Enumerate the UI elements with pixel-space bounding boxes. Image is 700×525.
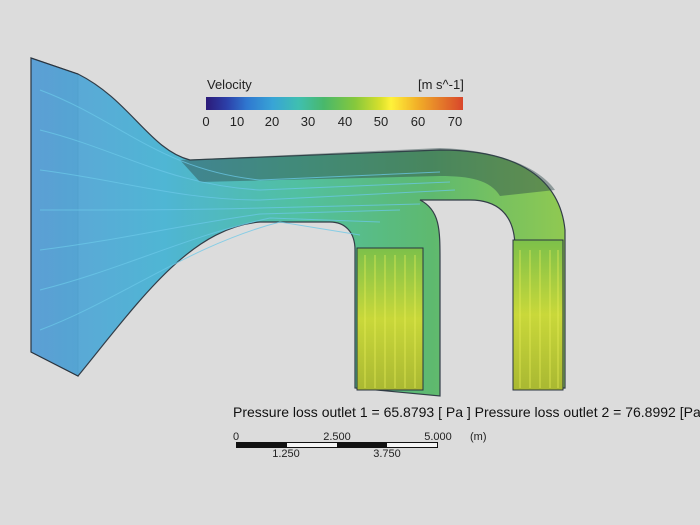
legend-unit: [m s^-1]	[418, 77, 464, 92]
outlet-1-leg	[356, 247, 424, 391]
scale-unit: (m)	[470, 431, 487, 443]
legend-tick: 0	[202, 114, 210, 129]
legend-tick: 20	[264, 114, 280, 129]
scale-segment	[237, 443, 287, 447]
scale-segment	[287, 443, 337, 447]
legend-tick: 50	[373, 114, 389, 129]
scale-segment	[337, 443, 387, 447]
scale-segment	[387, 443, 437, 447]
legend-tick: 60	[410, 114, 426, 129]
legend-tick: 10	[229, 114, 245, 129]
scale-label: 3.750	[373, 448, 401, 460]
legend-tick: 30	[300, 114, 316, 129]
legend-tick: 70	[447, 114, 463, 129]
legend-tick: 40	[337, 114, 353, 129]
scale-label: 1.250	[272, 448, 300, 460]
cfd-viewport[interactable]: Velocity [m s^-1] 0 10 20 30 40 50 60 70…	[0, 0, 700, 525]
scale-bar	[236, 442, 438, 448]
legend-title: Velocity	[207, 77, 252, 92]
velocity-colorbar	[206, 97, 463, 110]
pressure-loss-annotation: Pressure loss outlet 1 = 65.8793 [ Pa ] …	[233, 404, 700, 420]
